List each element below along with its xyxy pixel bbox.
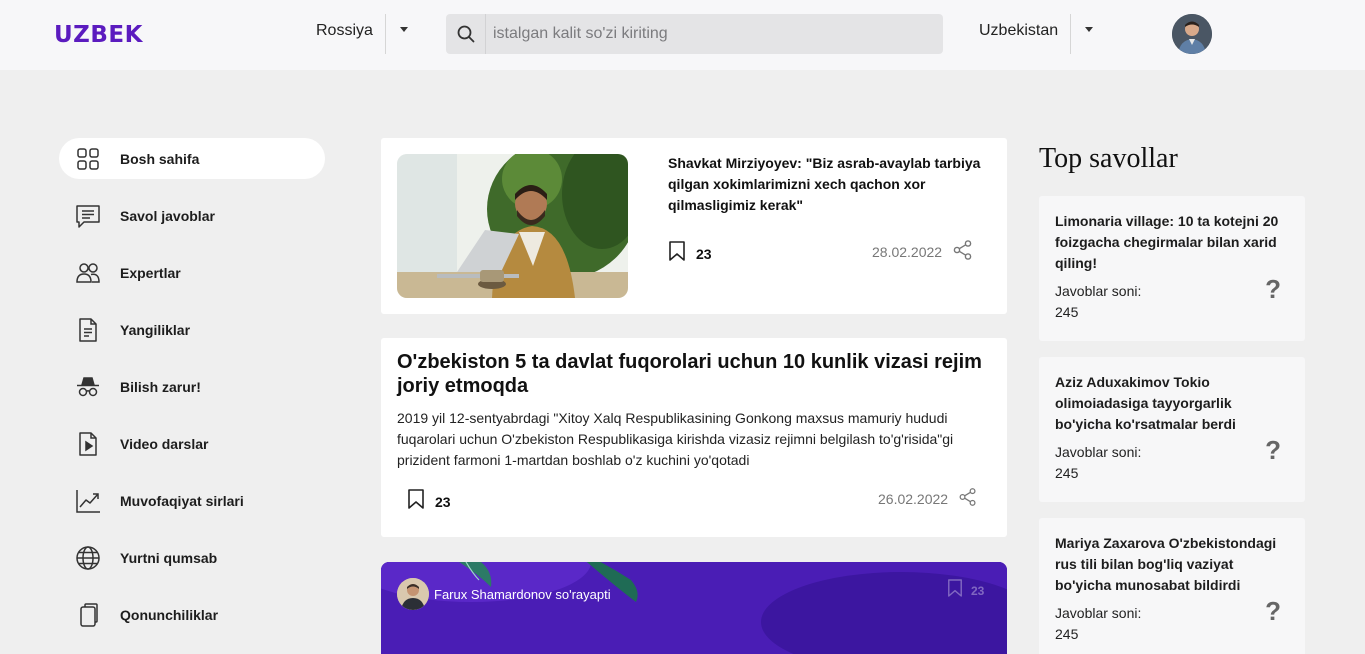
news-date: 28.02.2022 [872,243,943,260]
bookmark-count: 23 [971,583,985,598]
author-name: Farux Shamardonov so'rayapti [434,586,611,602]
video-file-icon [74,430,102,458]
share-icon[interactable] [952,239,974,264]
question-title[interactable]: Aziz Aduxakimov Tokio olimoiadasiga tayy… [1055,372,1290,435]
news-excerpt: 2019 yil 12-sentyabrdagi "Xitoy Xalq Res… [397,410,954,468]
answers-label: Javoblar soni: [1055,605,1142,621]
users-icon [74,259,102,287]
bookmark-icon [947,578,963,603]
question-mark-icon: ? [1265,435,1281,465]
chevron-down-icon[interactable] [1085,26,1094,32]
sidebar-item-label: Bosh sahifa [120,150,200,167]
bookmark-count: 23 [435,493,451,510]
news-date: 26.02.2022 [878,490,949,507]
sidebar-item-yangiliklar[interactable]: Yangiliklar [59,309,325,350]
sidebar-item-qonunchiliklar[interactable]: Qonunchiliklar [59,594,325,635]
question-title[interactable]: Mariya Zaxarova O'zbekistondagi rus tili… [1055,533,1290,596]
sidebar-item-expertlar[interactable]: Expertlar [59,252,325,293]
answers-label: Javoblar soni: [1055,283,1142,299]
bookmark-button[interactable]: 23 [947,578,984,603]
answers-count: 245 [1055,465,1079,481]
chevron-down-icon[interactable] [399,26,408,32]
user-avatar[interactable] [1172,14,1212,54]
top-question-card[interactable]: Aziz Aduxakimov Tokio olimoiadasiga tayy… [1039,357,1305,502]
chat-icon [74,202,102,230]
search-bar [446,14,943,54]
bookmark-button[interactable]: 23 [668,240,712,267]
spy-icon [74,373,102,401]
top-header: UZBEK Rossiya Uzbekistan [0,0,1365,70]
search-icon[interactable] [446,14,486,54]
copy-icon [74,601,102,629]
share-icon[interactable] [958,487,978,510]
sidebar-item-bosh-sahifa[interactable]: Bosh sahifa [59,138,325,179]
news-title[interactable]: Shavkat Mirziyoyev: "Biz asrab-avaylab t… [668,153,988,216]
trend-chart-icon [74,487,102,515]
sidebar-item-bilish-zarur[interactable]: Bilish zarur! [59,366,325,407]
bookmark-count: 23 [696,245,712,262]
answers-count: 245 [1055,626,1079,642]
sidebar-item-label: Expertlar [120,264,181,281]
author-avatar[interactable] [397,578,429,610]
sidebar-item-label: Yurtni qumsab [120,549,218,566]
sidebar-item-label: Muvofaqiyat sirlari [120,492,244,509]
sidebar-item-video-darslar[interactable]: Video darslar [59,423,325,464]
document-icon [74,316,102,344]
sidebar-item-muvofaqiyat-sirlari[interactable]: Muvofaqiyat sirlari [59,480,325,521]
sidebar-item-label: Bilish zarur! [120,378,201,395]
news-thumbnail[interactable] [397,154,628,298]
answers-label: Javoblar soni: [1055,444,1142,460]
news-meta: 28.02.2022 [872,239,974,264]
news-meta: 26.02.2022 [878,487,978,510]
news-headline[interactable]: O'zbekiston 5 ta davlat fuqorolari uchun… [397,350,997,398]
sidebar-item-label: Video darslar [120,435,209,452]
answers-count: 245 [1055,304,1079,320]
sidebar-nav: Bosh sahifa Savol javoblar Expertlar Yan… [59,138,325,651]
question-author[interactable]: Farux Shamardonov so'rayapti [397,578,611,610]
country-select-right[interactable]: Uzbekistan [979,14,1094,54]
bookmark-icon [407,488,425,515]
question-mark-icon: ? [1265,596,1281,626]
sidebar-item-label: Yangiliklar [120,321,191,338]
sidebar-item-label: Savol javoblar [120,207,215,224]
country-select-left[interactable]: Rossiya [316,14,408,54]
country-name-right: Uzbekistan [979,14,1072,54]
bookmark-icon [668,240,686,267]
search-input[interactable] [486,15,926,53]
news-card[interactable]: Shavkat Mirziyoyev: "Biz asrab-avaylab t… [381,138,1007,314]
top-question-card[interactable]: Mariya Zaxarova O'zbekistondagi rus tili… [1039,518,1305,654]
sidebar-item-label: Qonunchiliklar [120,606,219,623]
site-logo[interactable]: UZBEK [54,22,143,48]
sidebar-item-yurtni-qumsab[interactable]: Yurtni qumsab [59,537,325,578]
top-questions-heading: Top savollar [1039,143,1178,174]
bookmark-button[interactable]: 23 [407,488,451,515]
question-card[interactable]: Farux Shamardonov so'rayapti 23 [381,562,1007,654]
globe-icon [74,544,102,572]
question-mark-icon: ? [1265,274,1281,304]
question-title[interactable]: Limonaria village: 10 ta kotejni 20 foiz… [1055,211,1290,274]
news-card[interactable]: O'zbekiston 5 ta davlat fuqorolari uchun… [381,338,1007,537]
country-name-left: Rossiya [316,14,386,54]
top-question-card[interactable]: Limonaria village: 10 ta kotejni 20 foiz… [1039,196,1305,341]
grid-icon [74,145,102,173]
sidebar-item-savol-javoblar[interactable]: Savol javoblar [59,195,325,236]
